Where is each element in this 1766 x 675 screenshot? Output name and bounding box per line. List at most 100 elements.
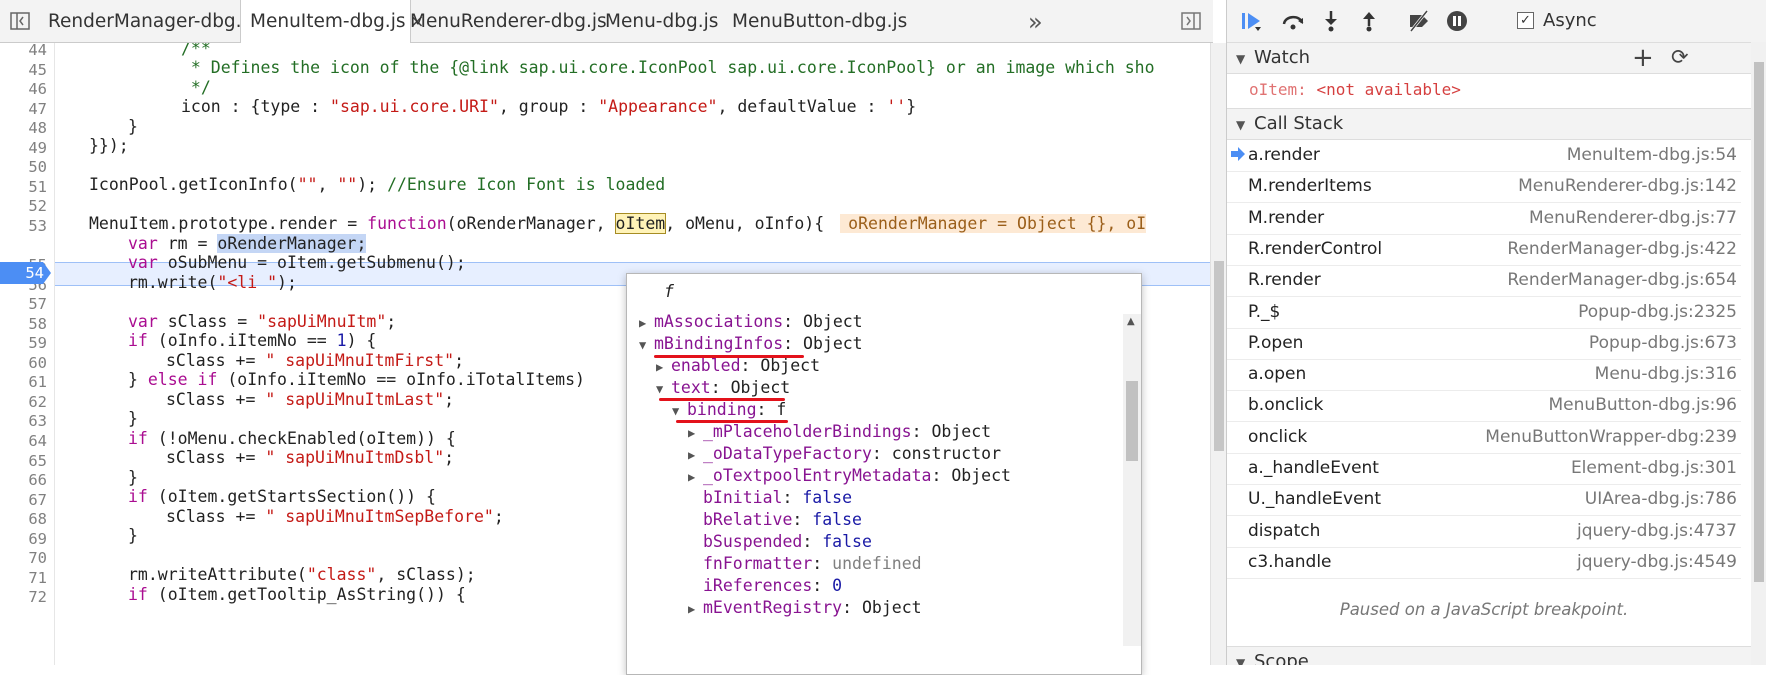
async-checkbox[interactable]: ✓ (1517, 12, 1534, 29)
watch-expression[interactable]: oItem: <not available> (1249, 80, 1461, 99)
tree-item-bsuspended: bSuspended: false (703, 532, 872, 551)
expand-arrow-icon[interactable]: ▶ (688, 466, 703, 488)
debugger-scrollbar[interactable] (1751, 42, 1766, 665)
collapse-arrow-icon[interactable]: ▼ (656, 378, 671, 400)
call-frame-function: P.open (1248, 332, 1304, 353)
code-line: rm.writeAttribute("class", sClass); (128, 565, 476, 584)
call-frame-location[interactable]: MenuButtonWrapper-dbg:239 (1485, 427, 1737, 447)
expand-arrow-icon[interactable]: ▶ (639, 312, 654, 334)
call-frame-location[interactable]: RenderManager-dbg.js:654 (1507, 270, 1737, 290)
call-frame-function: a.open (1248, 364, 1307, 385)
call-frame[interactable]: M.renderItems MenuRenderer-dbg.js:142 (1227, 171, 1741, 204)
call-frame[interactable]: onclick MenuButtonWrapper-dbg:239 (1227, 422, 1741, 454)
tree-item-mplaceholderbindings[interactable]: ▶ _mPlaceholderBindings: Object (688, 421, 991, 443)
async-label: Async (1543, 10, 1597, 31)
tree-item-brelative: bRelative: false (703, 510, 862, 529)
call-frame-location[interactable]: Menu-dbg.js:316 (1595, 364, 1737, 384)
add-watch-icon[interactable]: + (1632, 43, 1654, 73)
resume-icon[interactable] (1239, 9, 1263, 33)
refresh-watch-icon[interactable]: ⟳ (1671, 45, 1689, 69)
expand-arrow-icon[interactable]: ▶ (688, 598, 703, 620)
debugger-scrollbar-thumb[interactable] (1754, 62, 1764, 582)
call-frame-location[interactable]: jquery-dbg.js:4737 (1577, 521, 1737, 541)
tree-item-otextpoolentrymetadata[interactable]: ▶ _oTextpoolEntryMetadata: Object (688, 465, 1011, 487)
expand-arrow-icon[interactable]: ▶ (656, 356, 671, 378)
call-frame[interactable]: a._handleEvent Element-dbg.js:301 (1227, 453, 1741, 485)
collapse-arrow-icon[interactable]: ▼ (672, 400, 687, 422)
tab-menurenderer[interactable]: MenuRenderer-dbg.js (410, 0, 607, 42)
call-frame[interactable]: R.render RenderManager-dbg.js:654 (1227, 265, 1741, 298)
watch-section-header[interactable]: ▼ Watch + ⟳ (1227, 42, 1766, 74)
tree-item-massociations[interactable]: ▶ mAssociations: Object (639, 311, 863, 333)
hovered-token[interactable]: oItem (614, 213, 667, 234)
step-out-icon[interactable] (1357, 9, 1381, 33)
pause-on-exceptions-icon[interactable] (1445, 9, 1469, 33)
popover-scrollbar-thumb[interactable] (1126, 381, 1138, 461)
tree-item-text[interactable]: ▼ text: Object (656, 377, 790, 399)
expand-arrow-icon[interactable]: ▶ (688, 444, 703, 466)
call-frame[interactable]: b.onclick MenuButton-dbg.js:96 (1227, 390, 1741, 423)
call-frame-location[interactable]: RenderManager-dbg.js:422 (1507, 239, 1737, 259)
section-title: Scope (1254, 651, 1309, 665)
code-line: MenuItem.prototype.render = function(oRe… (89, 213, 1147, 234)
debugger-toolbar: ✓ Async (1227, 0, 1766, 43)
collapse-triangle-icon[interactable]: ▼ (1236, 52, 1245, 66)
expand-arrow-icon[interactable]: ▶ (688, 422, 703, 444)
call-frame-location[interactable]: Popup-dbg.js:673 (1589, 333, 1737, 353)
editor-scrollbar[interactable] (1210, 43, 1227, 665)
tree-item-binding[interactable]: ▼ binding: f (672, 399, 786, 421)
call-frame-location[interactable]: MenuRenderer-dbg.js:142 (1518, 176, 1737, 196)
editor-scrollbar-thumb[interactable] (1214, 261, 1224, 451)
tab-rendermanager[interactable]: RenderManager-dbg.js (46, 0, 256, 42)
call-frame-function: U._handleEvent (1248, 489, 1381, 510)
call-frame[interactable]: a.render MenuItem-dbg.js:54 (1227, 140, 1741, 172)
collapse-triangle-icon[interactable]: ▼ (1236, 118, 1245, 132)
tab-menu[interactable]: Menu-dbg.js (605, 0, 720, 42)
call-frame-location[interactable]: MenuRenderer-dbg.js:77 (1529, 208, 1737, 228)
call-frame[interactable]: dispatch jquery-dbg.js:4737 (1227, 516, 1741, 548)
call-frame[interactable]: a.open Menu-dbg.js:316 (1227, 359, 1741, 392)
step-into-icon[interactable] (1319, 9, 1343, 33)
toggle-navigator-icon[interactable] (9, 10, 31, 32)
object-preview-popover[interactable]: f ▶ mAssociations: Object ▼ mBindingInfos:… (626, 273, 1142, 675)
tree-item-odatatypefactory[interactable]: ▶ _oDataTypeFactory: constructor (688, 443, 1001, 465)
call-frame-location[interactable]: MenuButton-dbg.js:96 (1549, 395, 1737, 415)
tab-label: MenuItem-dbg.js (250, 11, 406, 32)
watch-expression-name: oItem (1249, 80, 1298, 99)
callstack-section-header[interactable]: ▼ Call Stack (1227, 108, 1766, 140)
call-frame[interactable]: U._handleEvent UIArea-dbg.js:786 (1227, 484, 1741, 517)
scope-section-header[interactable]: ▼ Scope (1227, 646, 1766, 665)
call-frame-location[interactable]: Element-dbg.js:301 (1571, 458, 1737, 478)
collapse-triangle-icon[interactable]: ▼ (1236, 656, 1245, 665)
more-tabs-icon[interactable]: » (1028, 8, 1043, 36)
deactivate-breakpoints-icon[interactable] (1407, 9, 1431, 33)
code-line: } (128, 409, 138, 428)
call-frame[interactable]: R.renderControl RenderManager-dbg.js:422 (1227, 234, 1741, 266)
tab-menubutton[interactable]: MenuButton-dbg.js (732, 0, 907, 42)
call-frame-function: b.onclick (1248, 395, 1324, 416)
collapse-arrow-icon[interactable]: ▼ (639, 334, 654, 356)
call-frame[interactable]: c3.handle jquery-dbg.js:4549 (1227, 547, 1741, 579)
call-frame-location[interactable]: jquery-dbg.js:4549 (1577, 552, 1737, 572)
red-underline-binding (676, 420, 788, 423)
call-frame-location[interactable]: Popup-dbg.js:2325 (1578, 302, 1737, 322)
inline-variable-values: oRenderManager = Object {}, oI (840, 214, 1147, 233)
tab-menuitem[interactable]: MenuItem-dbg.js × (240, 0, 425, 43)
red-underline-text (659, 398, 785, 401)
popover-scrollbar[interactable]: ▲ (1123, 314, 1141, 646)
step-over-icon[interactable] (1281, 9, 1305, 33)
toggle-debugger-icon[interactable] (1180, 10, 1202, 32)
call-frame-location[interactable]: UIArea-dbg.js:786 (1585, 489, 1737, 509)
call-frame[interactable]: M.render MenuRenderer-dbg.js:77 (1227, 203, 1741, 235)
call-frame[interactable]: P._$ Popup-dbg.js:2325 (1227, 297, 1741, 329)
code-line: if (oInfo.iItemNo == 1) { (128, 331, 377, 350)
tree-item-mbindinginfos[interactable]: ▼ mBindingInfos: Object (639, 333, 863, 355)
scroll-up-icon[interactable]: ▲ (1127, 316, 1135, 327)
section-title: Watch (1254, 47, 1311, 68)
call-frame-location[interactable]: MenuItem-dbg.js:54 (1567, 145, 1737, 165)
call-frame-function: a.render (1248, 145, 1320, 165)
watch-expression-separator: : (1297, 80, 1317, 99)
call-frame[interactable]: P.open Popup-dbg.js:673 (1227, 328, 1741, 360)
tree-item-meventregistry[interactable]: ▶ mEventRegistry: Object (688, 597, 922, 619)
tree-item-enabled[interactable]: ▶ enabled: Object (656, 355, 820, 377)
